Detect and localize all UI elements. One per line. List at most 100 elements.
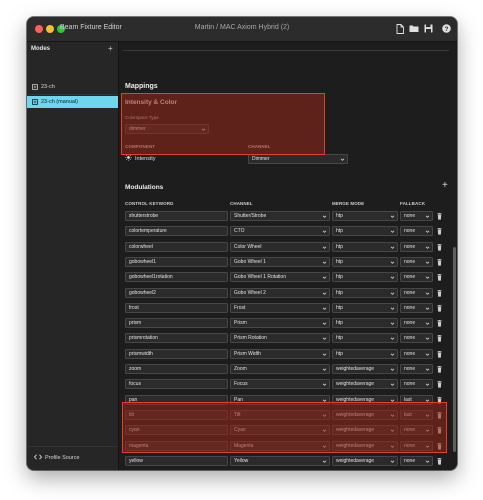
modulation-channel-select[interactable]: Gobo Wheel 1 Rotation [230, 272, 330, 282]
delete-row-icon[interactable] [436, 227, 442, 235]
open-folder-icon[interactable] [408, 22, 420, 35]
fallback-select[interactable]: none [400, 272, 433, 282]
merge-mode-select[interactable]: htp [332, 242, 398, 252]
fallback-select[interactable]: none [400, 333, 433, 343]
modulation-channel-select[interactable]: Magenta [230, 441, 330, 451]
delete-row-icon[interactable] [436, 334, 442, 342]
modulation-channel-select[interactable]: Zoom [230, 364, 330, 374]
merge-mode-select[interactable]: weightedaverage [332, 425, 398, 435]
control-keyword-input[interactable]: tilt [125, 410, 228, 420]
control-keyword-input[interactable]: yellow [125, 456, 228, 466]
sidebar-item-23-ch-manual[interactable]: 23-ch (manual) [27, 96, 118, 108]
help-icon[interactable]: ? [440, 22, 452, 35]
merge-mode-select[interactable]: htp [332, 303, 398, 313]
control-keyword-input[interactable]: prismrotation [125, 333, 228, 343]
merge-mode-select[interactable]: htp [332, 272, 398, 282]
intensity-channel-select[interactable]: Dimmer [248, 154, 348, 164]
colorspace-type-select[interactable]: dimmer [125, 124, 209, 134]
control-keyword-input[interactable]: prismwidth [125, 349, 228, 359]
add-mode-button[interactable]: + [108, 45, 113, 53]
modulation-channel-select[interactable]: Gobo Wheel 1 [230, 257, 330, 267]
control-keyword-input[interactable]: gobowheel2 [125, 288, 228, 298]
control-keyword-input[interactable]: frost [125, 303, 228, 313]
control-keyword-input[interactable]: zoom [125, 364, 228, 374]
merge-mode-select[interactable]: htp [332, 318, 398, 328]
profile-source-button[interactable]: Profile Source [33, 454, 80, 462]
scrollbar[interactable] [453, 247, 456, 452]
delete-row-icon[interactable] [436, 396, 442, 404]
fallback-select[interactable]: last [400, 395, 433, 405]
merge-mode-select[interactable]: htp [332, 211, 398, 221]
merge-mode-select[interactable]: htp [332, 226, 398, 236]
delete-row-icon[interactable] [436, 457, 442, 465]
close-window-button[interactable] [35, 25, 43, 33]
fallback-select[interactable]: none [400, 226, 433, 236]
modulation-channel-select[interactable]: Pan [230, 395, 330, 405]
fallback-value: none [404, 335, 416, 341]
fallback-select[interactable]: none [400, 242, 433, 252]
modulation-channel-select[interactable]: Tilt [230, 410, 330, 420]
merge-mode-select[interactable]: htp [332, 288, 398, 298]
delete-row-icon[interactable] [436, 289, 442, 297]
fallback-select[interactable]: last [400, 410, 433, 420]
merge-mode-select[interactable]: htp [332, 349, 398, 359]
fallback-select[interactable]: none [400, 425, 433, 435]
fallback-select[interactable]: none [400, 364, 433, 374]
add-modulation-button[interactable]: + [442, 181, 448, 191]
control-keyword-input[interactable]: magenta [125, 441, 228, 451]
control-keyword-input[interactable]: gobowheel1rotation [125, 272, 228, 282]
merge-mode-select[interactable]: weightedaverage [332, 456, 398, 466]
merge-mode-select[interactable]: weightedaverage [332, 441, 398, 451]
modulation-channel-select[interactable]: Focus [230, 379, 330, 389]
modulation-channel-select[interactable]: Prism Rotation [230, 333, 330, 343]
fallback-select[interactable]: none [400, 318, 433, 328]
modulation-channel-select[interactable]: Prism [230, 318, 330, 328]
merge-mode-select[interactable]: htp [332, 257, 398, 267]
control-keyword-input[interactable]: shutterstrobe [125, 211, 228, 221]
control-keyword-input[interactable]: cyan [125, 425, 228, 435]
save-icon[interactable] [422, 22, 434, 35]
control-keyword-input[interactable]: prism [125, 318, 228, 328]
fallback-select[interactable]: none [400, 456, 433, 466]
sidebar-item-23-ch[interactable]: 23-ch [27, 81, 118, 93]
modulation-channel-select[interactable]: Prism Width [230, 349, 330, 359]
merge-mode-select[interactable]: weightedaverage [332, 364, 398, 374]
modulation-channel-select[interactable]: Cyan [230, 425, 330, 435]
delete-row-icon[interactable] [436, 258, 442, 266]
control-keyword-input[interactable]: colortemperature [125, 226, 228, 236]
fallback-select[interactable]: none [400, 379, 433, 389]
merge-mode-select[interactable]: weightedaverage [332, 379, 398, 389]
delete-row-icon[interactable] [436, 442, 442, 450]
delete-row-icon[interactable] [436, 411, 442, 419]
fallback-select[interactable]: none [400, 441, 433, 451]
fallback-select[interactable]: none [400, 349, 433, 359]
fallback-select[interactable]: none [400, 257, 433, 267]
modulation-channel-select[interactable]: Gobo Wheel 2 [230, 288, 330, 298]
fallback-select[interactable]: none [400, 288, 433, 298]
delete-row-icon[interactable] [436, 365, 442, 373]
modulation-channel-select[interactable]: Yellow [230, 456, 330, 466]
modulation-channel-select[interactable]: Frost [230, 303, 330, 313]
delete-row-icon[interactable] [436, 426, 442, 434]
control-keyword-input[interactable]: focus [125, 379, 228, 389]
delete-row-icon[interactable] [436, 319, 442, 327]
control-keyword-input[interactable]: colorwheel [125, 242, 228, 252]
merge-mode-select[interactable]: htp [332, 333, 398, 343]
fallback-select[interactable]: none [400, 211, 433, 221]
delete-row-icon[interactable] [436, 304, 442, 312]
delete-row-icon[interactable] [436, 243, 442, 251]
control-keyword-input[interactable]: pan [125, 395, 228, 405]
delete-row-icon[interactable] [436, 380, 442, 388]
fallback-select[interactable]: none [400, 303, 433, 313]
modulation-channel-select[interactable]: Shutter/Strobe [230, 211, 330, 221]
new-file-icon[interactable] [394, 22, 406, 35]
delete-row-icon[interactable] [436, 350, 442, 358]
modulation-channel-select[interactable]: CTO [230, 226, 330, 236]
merge-mode-select[interactable]: weightedaverage [332, 395, 398, 405]
delete-row-icon[interactable] [436, 212, 442, 220]
delete-row-icon[interactable] [436, 273, 442, 281]
minimize-window-button[interactable] [46, 25, 54, 33]
control-keyword-input[interactable]: gobowheel1 [125, 257, 228, 267]
merge-mode-select[interactable]: weightedaverage [332, 410, 398, 420]
modulation-channel-select[interactable]: Color Wheel [230, 242, 330, 252]
